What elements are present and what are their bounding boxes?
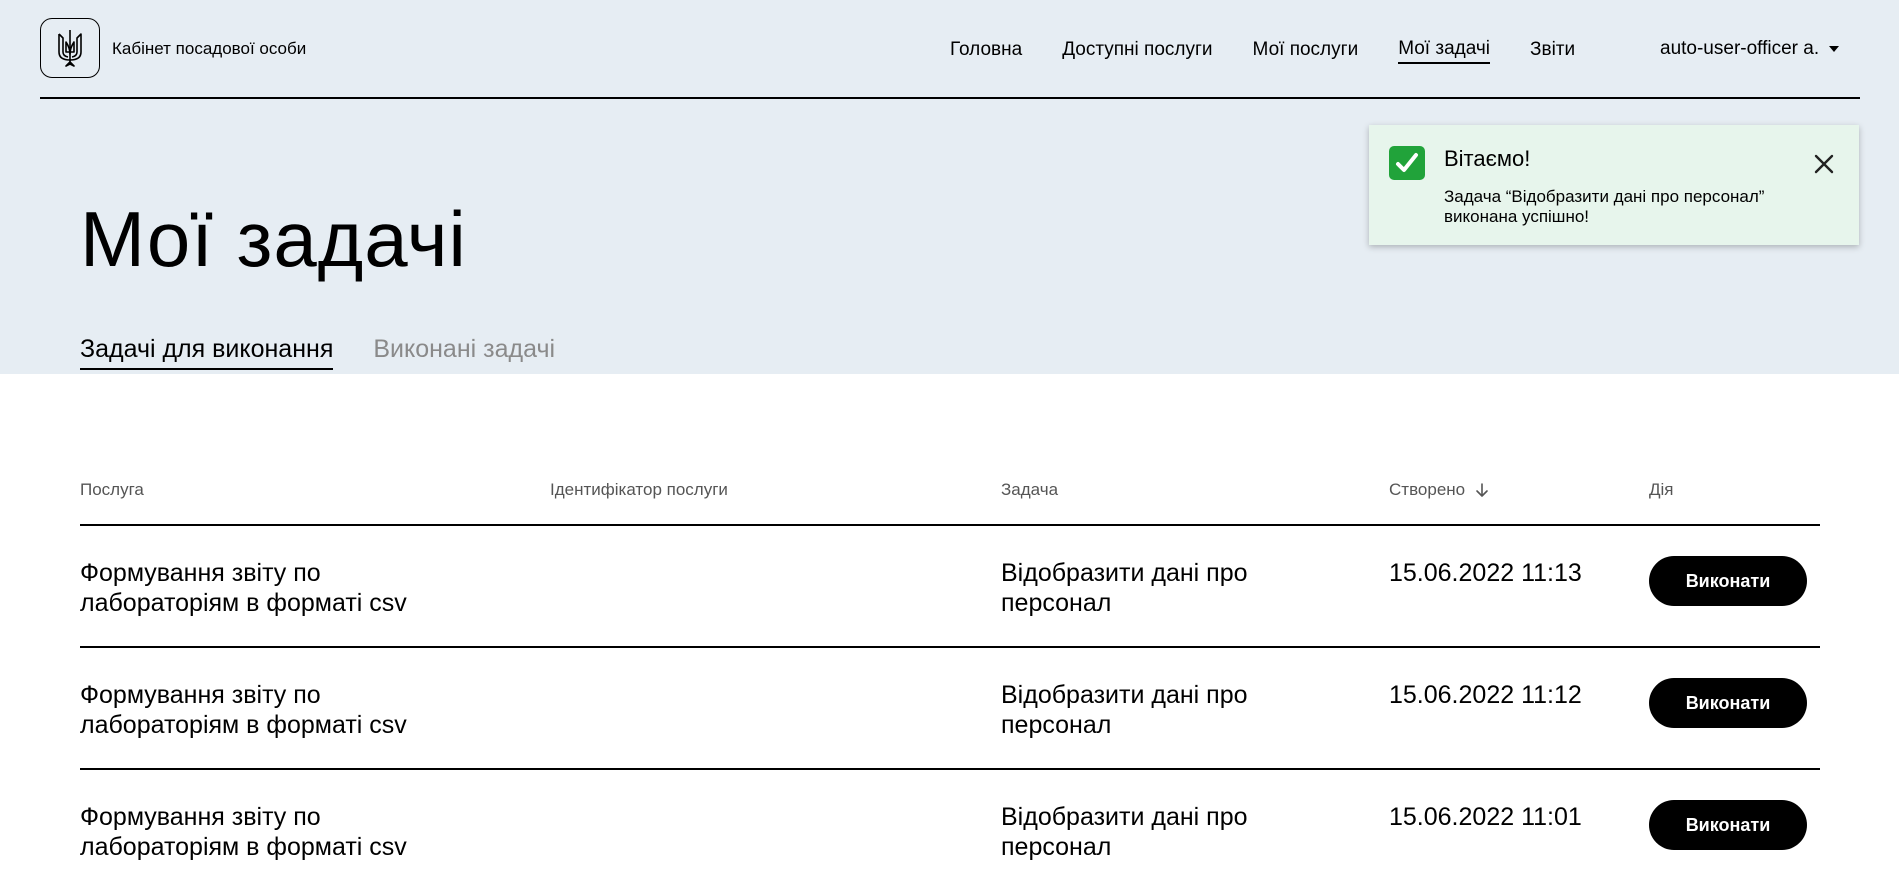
table-row: Формування звіту по лабораторіям в форма…: [80, 526, 1820, 648]
trident-icon: [58, 30, 82, 67]
table-header: Послуга Ідентифікатор послуги Задача Ств…: [80, 468, 1820, 526]
column-header-created[interactable]: Створено: [1389, 480, 1489, 500]
nav-home[interactable]: Головна: [950, 39, 1022, 63]
column-header-service-id: Ідентифікатор послуги: [550, 480, 728, 499]
nav-my-services[interactable]: Мої послуги: [1253, 39, 1359, 63]
column-header-action: Дія: [1649, 480, 1674, 499]
brand-title: Кабінет посадової особи: [112, 39, 307, 58]
column-header-created-label: Створено: [1389, 480, 1466, 499]
execute-button[interactable]: Виконати: [1649, 556, 1807, 606]
user-menu[interactable]: auto-user-officer a.: [1660, 38, 1840, 60]
table-row: Формування звіту по лабораторіям в форма…: [80, 648, 1820, 770]
tasks-table: Послуга Ідентифікатор послуги Задача Ств…: [80, 468, 1820, 887]
cell-task: Відобразити дані про персонал: [1001, 803, 1248, 861]
main-nav: Головна Доступні послуги Мої послуги Мої…: [950, 38, 1615, 64]
execute-button[interactable]: Виконати: [1649, 678, 1807, 728]
table-row: Формування звіту по лабораторіям в форма…: [80, 770, 1820, 887]
header-area: Кабінет посадової особи Головна Доступні…: [0, 0, 1899, 374]
user-name: auto-user-officer a.: [1660, 38, 1820, 59]
logo[interactable]: [40, 18, 100, 78]
column-header-task: Задача: [1001, 480, 1059, 499]
column-header-service: Послуга: [80, 480, 144, 499]
nav-reports[interactable]: Звіти: [1530, 39, 1575, 63]
check-icon: [1389, 146, 1425, 180]
cell-created: 15.06.2022 11:13: [1389, 559, 1582, 587]
execute-button[interactable]: Виконати: [1649, 800, 1807, 850]
task-tabs: Задачі для виконання Виконані задачі: [80, 334, 595, 370]
success-toast: Вітаємо! Задача “Відобразити дані про пе…: [1369, 125, 1859, 245]
cell-service: Формування звіту по лабораторіям в форма…: [80, 681, 407, 739]
nav-available-services[interactable]: Доступні послуги: [1062, 39, 1212, 63]
arrow-down-icon[interactable]: [1475, 482, 1489, 498]
page-title: Мої задачі: [80, 195, 467, 283]
cell-task: Відобразити дані про персонал: [1001, 559, 1248, 617]
toast-title: Вітаємо!: [1444, 146, 1531, 171]
cell-service: Формування звіту по лабораторіям в форма…: [80, 803, 407, 861]
toast-message: Задача “Відобразити дані про персонал” в…: [1444, 187, 1765, 226]
top-bar: Кабінет посадової особи Головна Доступні…: [40, 0, 1860, 99]
nav-my-tasks[interactable]: Мої задачі: [1398, 38, 1490, 64]
tab-completed-tasks[interactable]: Виконані задачі: [373, 334, 555, 370]
cell-task: Відобразити дані про персонал: [1001, 681, 1248, 739]
close-icon[interactable]: [1812, 152, 1836, 176]
cell-created: 15.06.2022 11:12: [1389, 681, 1582, 709]
caret-down-icon: [1829, 46, 1840, 52]
cell-service: Формування звіту по лабораторіям в форма…: [80, 559, 407, 617]
tab-pending-tasks[interactable]: Задачі для виконання: [80, 334, 334, 370]
cell-created: 15.06.2022 11:01: [1389, 803, 1582, 831]
